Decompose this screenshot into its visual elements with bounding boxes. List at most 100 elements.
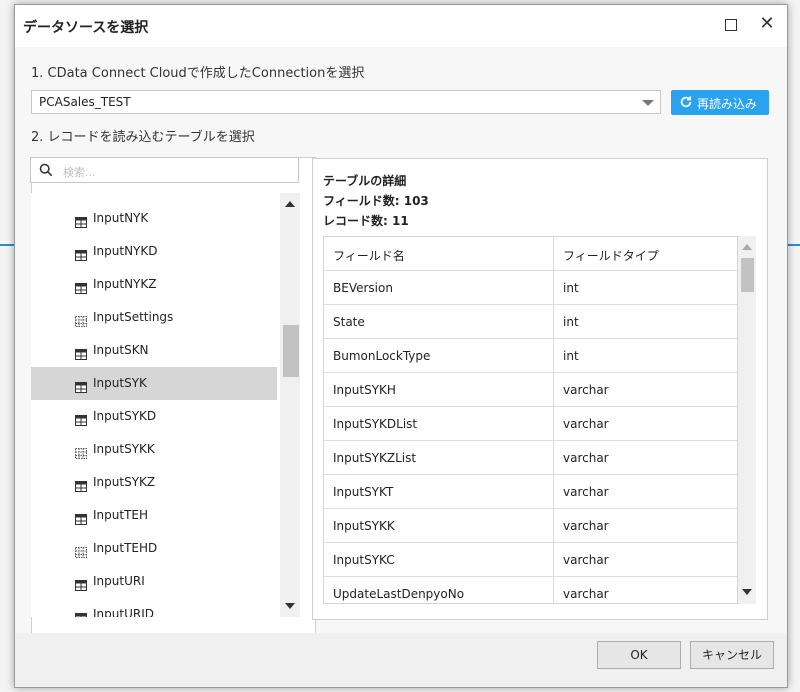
table-list-item[interactable]: InputNYK (31, 202, 277, 235)
table-icon (75, 411, 87, 426)
step1-label: 1. CData Connect Cloudで作成したConnectionを選択 (31, 66, 365, 81)
table-row[interactable]: BEVersion int (324, 271, 737, 305)
ok-button[interactable]: OK (597, 641, 681, 669)
dialog-footer: OK キャンセル (15, 633, 787, 687)
table-row[interactable]: BumonLockType int (324, 339, 737, 373)
table-list-item-label: InputSYK (93, 376, 147, 390)
table-icon (75, 576, 87, 591)
chevron-down-icon (642, 100, 654, 106)
fields-grid: フィールド名 フィールドタイプ BEVersion int State int Bumo… (323, 236, 738, 604)
table-list-item[interactable]: InputTEHD (31, 532, 277, 565)
table-list-item-label: InputTEH (93, 508, 149, 522)
grid-header-row: フィールド名 フィールドタイプ (324, 237, 737, 271)
table-list-item-label: InputURI (93, 574, 145, 588)
field-type-cell: varchar (563, 485, 609, 499)
table-icon (75, 510, 87, 525)
table-list-scrollbar[interactable] (280, 193, 300, 617)
search-placeholder: 検索... (63, 166, 96, 179)
table-list-item-label: InputSYKK (93, 442, 155, 456)
close-icon[interactable]: ✕ (757, 14, 777, 34)
field-count: フィールド数: 103 (323, 194, 429, 208)
table-list-item-label: InputSKN (93, 343, 149, 357)
fields-grid-scroll-thumb[interactable] (741, 258, 754, 292)
table-list-item-label: InputNYK (93, 211, 149, 225)
details-heading: テーブルの詳細 (323, 174, 407, 188)
field-name-cell: BEVersion (333, 281, 393, 295)
table-icon (75, 609, 87, 617)
field-type-cell: varchar (563, 451, 609, 465)
table-row[interactable]: InputSYKC varchar (324, 543, 737, 577)
table-list-item-label: InputURID (93, 607, 154, 617)
view-icon (75, 444, 87, 459)
table-list-item[interactable]: InputURI (31, 565, 277, 598)
field-name-cell: State (333, 315, 365, 329)
table-list-item[interactable]: InputNYKD (31, 235, 277, 268)
table-icon (75, 279, 87, 294)
table-list-item-label: InputSettings (93, 310, 174, 324)
table-list-scroll-thumb[interactable] (283, 325, 299, 377)
table-list-item[interactable]: InputSKN (31, 334, 277, 367)
table-list-item[interactable]: InputURID (31, 598, 277, 617)
table-list-item[interactable]: InputTEH (31, 499, 277, 532)
column-header-field-name[interactable]: フィールド名 (333, 247, 405, 264)
table-row[interactable]: InputSYKH varchar (324, 373, 737, 407)
table-list-item-label: InputSYKD (93, 409, 157, 423)
table-list-item[interactable]: InputSYK (31, 367, 277, 400)
grid-scroll-up-icon[interactable] (742, 244, 752, 250)
table-row[interactable]: State int (324, 305, 737, 339)
reload-button[interactable]: 再読み込み (671, 90, 769, 115)
table-icon (75, 378, 87, 393)
fields-grid-scrollbar[interactable] (738, 236, 756, 604)
connection-select-value: PCASales_TEST (39, 95, 131, 109)
field-type-cell: varchar (563, 383, 609, 397)
select-datasource-dialog: データソースを選択 ✕ 1. CData Connect Cloudで作成したC… (14, 4, 788, 688)
field-type-cell: int (563, 315, 579, 329)
field-type-cell: varchar (563, 587, 609, 601)
field-type-cell: varchar (563, 519, 609, 533)
table-row[interactable]: InputSYKT varchar (324, 475, 737, 509)
search-input[interactable]: 検索... (30, 157, 299, 183)
field-name-cell: InputSYKZList (333, 451, 417, 465)
table-row[interactable]: InputSYKZList varchar (324, 441, 737, 475)
cancel-button[interactable]: キャンセル (690, 641, 774, 669)
table-row[interactable]: InputSYKDList varchar (324, 407, 737, 441)
field-type-cell: int (563, 281, 579, 295)
step2-label: 2. レコードを読み込むテーブルを選択 (31, 130, 255, 145)
search-icon (39, 163, 53, 177)
table-list-item-label: InputNYKZ (93, 277, 157, 291)
field-name-cell: BumonLockType (333, 349, 431, 363)
dialog-titlebar: データソースを選択 ✕ (15, 5, 787, 47)
table-list-item[interactable]: InputSYKZ (31, 466, 277, 499)
field-type-cell: int (563, 349, 579, 363)
field-name-cell: InputSYKT (333, 485, 394, 499)
table-list-item-label: InputNYKD (93, 244, 158, 258)
table-row[interactable]: UpdateLastDenpyoNo varchar (324, 577, 737, 603)
field-name-cell: InputSYKK (333, 519, 395, 533)
column-header-field-type[interactable]: フィールドタイプ (563, 247, 659, 264)
table-list-item-label: InputTEHD (93, 541, 158, 555)
field-type-cell: varchar (563, 417, 609, 431)
table-icon (75, 213, 87, 228)
field-name-cell: UpdateLastDenpyoNo (333, 587, 465, 601)
table-row[interactable]: InputSYKK varchar (324, 509, 737, 543)
maximize-icon[interactable] (725, 19, 737, 31)
scroll-down-icon[interactable] (285, 603, 295, 609)
table-list-item[interactable]: InputSYKK (31, 433, 277, 466)
table-details-panel: テーブルの詳細 フィールド数: 103 レコード数: 11 フィールド名 フィー… (312, 158, 768, 620)
field-name-cell: InputSYKDList (333, 417, 418, 431)
table-list-item[interactable]: InputSettings (31, 301, 277, 334)
reload-button-label: 再読み込み (697, 97, 758, 111)
dialog-title: データソースを選択 (23, 20, 149, 36)
connection-select[interactable]: PCASales_TEST (31, 90, 661, 114)
table-icon (75, 477, 87, 492)
table-list-item[interactable]: InputSYKD (31, 400, 277, 433)
table-icon (75, 246, 87, 261)
scroll-up-icon[interactable] (285, 201, 295, 207)
field-type-cell: varchar (563, 553, 609, 567)
record-count: レコード数: 11 (323, 214, 409, 228)
grid-scroll-down-icon[interactable] (742, 589, 752, 595)
view-icon (75, 312, 87, 327)
field-name-cell: InputSYKH (333, 383, 396, 397)
table-list-item[interactable]: InputNYKZ (31, 268, 277, 301)
view-icon (75, 543, 87, 558)
